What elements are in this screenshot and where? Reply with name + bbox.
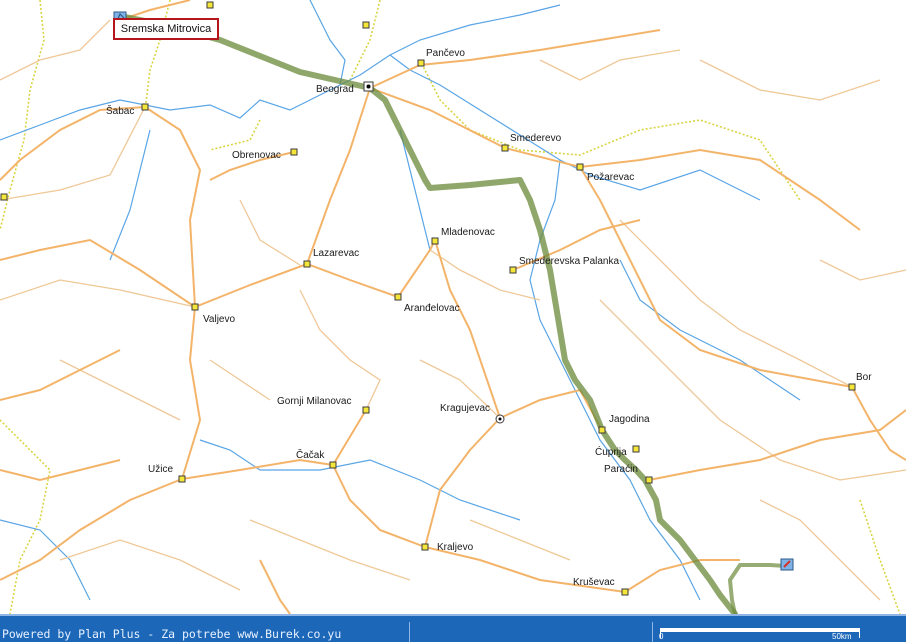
status-separator xyxy=(652,622,653,642)
city-label-cacak: Čačak xyxy=(296,448,325,461)
city-marker-gornji-milanovac xyxy=(362,406,370,414)
city-marker-kragujevac-dot xyxy=(498,417,502,421)
city-marker-krusevac xyxy=(621,588,629,596)
city-marker-valjevo xyxy=(191,303,199,311)
city-label-lazarevac: Lazarevac xyxy=(313,248,359,259)
start-location-label: Sremska Mitrovica xyxy=(113,18,219,40)
city-marker-north xyxy=(206,1,214,9)
city-marker-pozarevac xyxy=(576,163,584,171)
city-marker-lazarevac xyxy=(303,260,311,268)
city-label-smederevo: Smederevo xyxy=(510,133,562,144)
city-marker-beograd-dot xyxy=(366,84,371,89)
city-marker-bor xyxy=(848,383,856,391)
end-flag-icon[interactable] xyxy=(780,558,794,571)
city-label-kragujevac: Kragujevac xyxy=(440,403,490,414)
city-label-valjevo: Valjevo xyxy=(203,314,235,325)
city-label-paracin: Paraćin xyxy=(604,464,638,475)
scale-distance-label: 50km xyxy=(832,632,852,641)
city-marker-north-2 xyxy=(362,21,370,29)
city-label-beograd: Beograd xyxy=(316,84,354,95)
city-marker-west-edge xyxy=(0,193,8,201)
city-label-sabac: Šabac xyxy=(106,104,134,117)
city-marker-cuprija xyxy=(632,445,640,453)
city-label-pancevo: Pančevo xyxy=(426,48,465,59)
city-label-bor: Bor xyxy=(856,372,872,383)
scale-indicator: 0 50km xyxy=(656,626,904,642)
scale-zero-label: 0 xyxy=(659,632,664,641)
city-marker-jagodina xyxy=(598,426,606,434)
city-marker-arandjelovac xyxy=(394,293,402,301)
city-label-obrenovac: Obrenovac xyxy=(232,150,281,161)
city-marker-pancevo xyxy=(417,59,425,67)
city-marker-sabac xyxy=(141,103,149,111)
city-label-krusevac: Kruševac xyxy=(573,577,615,588)
status-separator xyxy=(409,622,410,642)
city-marker-paracin xyxy=(645,476,653,484)
city-label-gornji-milanovac: Gornji Milanovac xyxy=(277,396,351,407)
city-marker-kraljevo xyxy=(421,543,429,551)
city-marker-cacak xyxy=(329,461,337,469)
city-label-cuprija: Ćuprija xyxy=(595,445,627,458)
city-marker-smederevo xyxy=(501,144,509,152)
city-label-arandjelovac: Aranđelovac xyxy=(404,303,460,314)
city-marker-smederevska-palanka xyxy=(509,266,517,274)
powered-by-credit: Powered by Plan Plus - Za potrebe www.Bu… xyxy=(2,627,342,641)
city-label-smederevska-palanka: Smederevska Palanka xyxy=(519,256,619,267)
city-marker-uzice xyxy=(178,475,186,483)
city-label-mladenovac: Mladenovac xyxy=(441,227,495,238)
city-label-pozarevac: Požarevac xyxy=(587,172,634,183)
scale-tick xyxy=(859,628,860,638)
status-bar: Powered by Plan Plus - Za potrebe www.Bu… xyxy=(0,614,906,642)
city-label-uzice: Užice xyxy=(148,464,173,475)
scale-bar xyxy=(660,628,860,632)
city-label-jagodina: Jagodina xyxy=(609,414,650,425)
map-canvas[interactable]: Pančevo Beograd Šabac Obrenovac Smederev… xyxy=(0,0,906,614)
city-label-kraljevo: Kraljevo xyxy=(437,542,474,553)
city-marker-mladenovac xyxy=(431,237,439,245)
city-marker-obrenovac xyxy=(290,148,298,156)
